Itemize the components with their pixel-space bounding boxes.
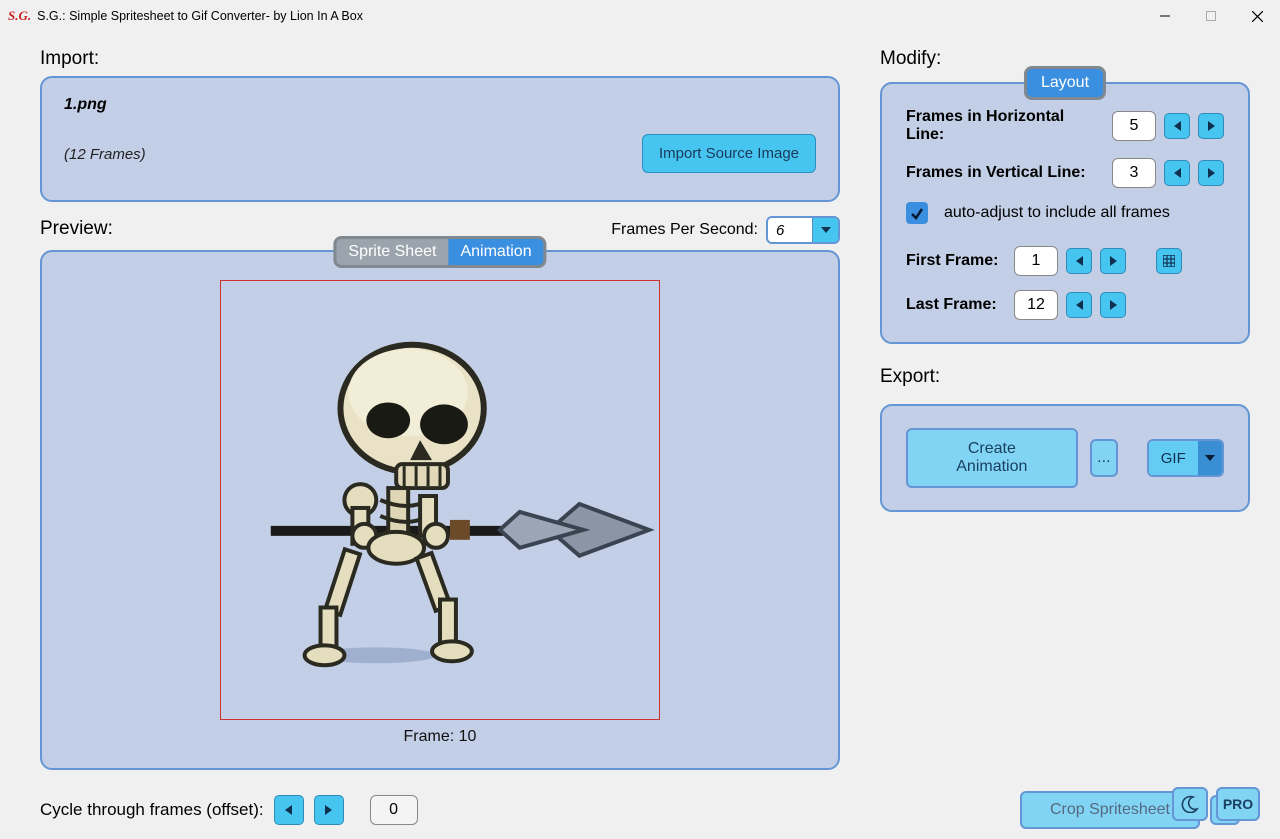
create-animation-button[interactable]: Create Animation — [906, 428, 1078, 488]
export-format-value: GIF — [1149, 441, 1198, 475]
theme-button[interactable] — [1172, 787, 1208, 821]
v-frames-input[interactable]: 3 — [1112, 158, 1156, 188]
preview-section-title: Preview: — [40, 218, 113, 240]
h-frames-increase[interactable] — [1198, 113, 1224, 139]
bottom-bar: Cycle through frames (offset): 0 Crop Sp… — [0, 780, 1280, 830]
title-bar: S.G. S.G.: Simple Spritesheet to Gif Con… — [0, 0, 1280, 32]
h-frames-label: Frames in Horizontal Line: — [906, 108, 1104, 144]
auto-adjust-label: auto-adjust to include all frames — [944, 204, 1170, 222]
cycle-label: Cycle through frames (offset): — [40, 800, 264, 820]
import-panel: 1.png (12 Frames) Import Source Image — [40, 76, 840, 202]
chevron-down-icon — [1198, 441, 1222, 475]
maximize-button[interactable] — [1188, 0, 1234, 32]
pro-button[interactable]: PRO — [1216, 787, 1260, 821]
v-frames-label: Frames in Vertical Line: — [906, 164, 1104, 182]
preview-canvas — [220, 280, 660, 720]
grid-icon-button[interactable] — [1156, 248, 1182, 274]
grid-icon — [1163, 255, 1175, 267]
preview-tabs: Sprite Sheet Animation — [333, 236, 546, 268]
cycle-next-button[interactable] — [314, 795, 344, 825]
export-panel: Create Animation ... GIF — [880, 404, 1250, 512]
auto-adjust-checkbox[interactable] — [906, 202, 928, 224]
app-icon: S.G. — [8, 8, 31, 24]
last-frame-label: Last Frame: — [906, 296, 1006, 314]
last-frame-increase[interactable] — [1100, 292, 1126, 318]
imported-file-name: 1.png — [64, 96, 816, 114]
v-frames-increase[interactable] — [1198, 160, 1224, 186]
window-title: S.G.: Simple Spritesheet to Gif Converte… — [37, 9, 363, 23]
h-frames-input[interactable]: 5 — [1112, 111, 1156, 141]
current-frame-label: Frame: 10 — [60, 728, 820, 746]
last-frame-decrease[interactable] — [1066, 292, 1092, 318]
export-section-title: Export: — [880, 366, 1250, 388]
minimize-button[interactable] — [1142, 0, 1188, 32]
h-frames-decrease[interactable] — [1164, 113, 1190, 139]
preview-panel: Sprite Sheet Animation — [40, 250, 840, 770]
import-source-button[interactable]: Import Source Image — [642, 134, 816, 173]
layout-badge[interactable]: Layout — [1024, 66, 1106, 100]
moon-icon — [1181, 795, 1199, 813]
import-section-title: Import: — [40, 48, 840, 70]
chevron-down-icon — [812, 218, 838, 242]
cycle-offset-input[interactable]: 0 — [370, 795, 418, 825]
export-format-select[interactable]: GIF — [1147, 439, 1224, 477]
cycle-prev-button[interactable] — [274, 795, 304, 825]
close-button[interactable] — [1234, 0, 1280, 32]
export-options-button[interactable]: ... — [1090, 439, 1118, 477]
first-frame-label: First Frame: — [906, 252, 1006, 270]
v-frames-decrease[interactable] — [1164, 160, 1190, 186]
first-frame-decrease[interactable] — [1066, 248, 1092, 274]
first-frame-increase[interactable] — [1100, 248, 1126, 274]
modify-panel: Layout Frames in Horizontal Line: 5 Fram… — [880, 82, 1250, 344]
fps-value: 6 — [768, 218, 812, 242]
first-frame-input[interactable]: 1 — [1014, 246, 1058, 276]
fps-select[interactable]: 6 — [766, 216, 840, 244]
last-frame-input[interactable]: 12 — [1014, 290, 1058, 320]
tab-sprite-sheet[interactable]: Sprite Sheet — [336, 239, 448, 265]
sprite-image — [221, 280, 659, 720]
fps-label: Frames Per Second: — [611, 221, 758, 239]
tab-animation[interactable]: Animation — [448, 239, 543, 265]
